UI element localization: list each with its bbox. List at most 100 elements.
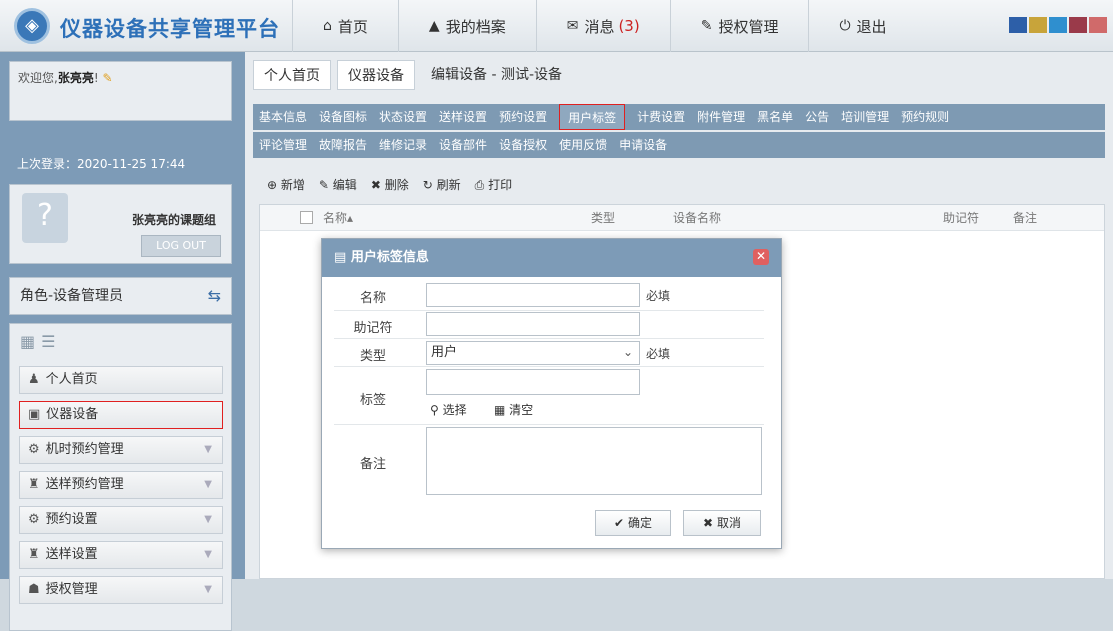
row-remark: 备注 (334, 425, 764, 501)
pencil-icon: ✎ (318, 178, 329, 192)
tab-attachments[interactable]: 附件管理 (697, 104, 745, 130)
user-card: ? 张亮亮的课题组 LOG OUT (9, 184, 232, 264)
tab-comments[interactable]: 评论管理 (259, 132, 307, 158)
clear-tag-button[interactable]: ▦ 清空 (494, 401, 533, 418)
type-select[interactable]: 用户 (426, 341, 640, 365)
role-switcher[interactable]: 角色-设备管理员 ⇆ (9, 277, 232, 315)
nav-logout[interactable]: ⏻ 退出 (808, 0, 916, 52)
color-blocks (1009, 17, 1107, 33)
chevron-down-icon: ⌄ (623, 345, 634, 359)
mnemonic-input[interactable] (426, 312, 640, 336)
user-tag-dialog: ▤ 用户标签信息 ✕ 名称 必填 助记符 类型 用户 ⌄ 必填 标签 ⚲ 选择 … (321, 238, 782, 549)
chevron-down-icon: ▼ (204, 549, 212, 560)
tab-parts[interactable]: 设备部件 (439, 132, 487, 158)
row-mnemonic: 助记符 (334, 311, 764, 339)
select-all-checkbox[interactable] (300, 211, 313, 224)
platform-logo: ◈ (14, 8, 50, 44)
remark-textarea[interactable] (426, 427, 762, 495)
home-icon: ⌂ (323, 18, 332, 34)
tab-user-tags[interactable]: 用户标签 (559, 104, 626, 130)
monitor-icon: ▣ (28, 407, 41, 422)
breadcrumb-instruments[interactable]: 仪器设备 (337, 60, 415, 90)
nav-authorization[interactable]: ✎ 授权管理 (669, 0, 809, 52)
name-input[interactable] (426, 283, 640, 307)
row-name: 名称 必填 (334, 281, 764, 311)
pencil-icon[interactable]: ✎ (102, 71, 112, 85)
menu-personal-home[interactable]: ♟ 个人首页 (19, 366, 223, 394)
tab-icon[interactable]: 设备图标 (319, 104, 367, 130)
printer-icon: ⎙ (474, 178, 485, 192)
select-tag-button[interactable]: ⚲ 选择 (430, 401, 467, 418)
tab-booking-rules[interactable]: 预约规则 (901, 104, 949, 130)
nav-messages[interactable]: ✉ 消息 (3) (535, 0, 670, 52)
chevron-down-icon: ▼ (204, 479, 212, 490)
tab-billing[interactable]: 计费设置 (637, 104, 685, 130)
tab-training[interactable]: 培训管理 (841, 104, 889, 130)
close-icon[interactable]: ✕ (753, 249, 769, 265)
print-button[interactable]: ⎙ 打印 (475, 176, 512, 193)
menu-booking-settings[interactable]: ⚙ 预约设置 ▼ (19, 506, 223, 534)
tab-notice[interactable]: 公告 (805, 104, 829, 130)
nav-home[interactable]: ⌂ 首页 (292, 0, 398, 52)
grid-toolbar: ⊕ 新增 ✎ 编辑 ✖ 删除 ↻ 刷新 ⎙ 打印 (267, 176, 512, 193)
menu-sample-booking[interactable]: ♜ 送样预约管理 ▼ (19, 471, 223, 499)
message-count-badge: (3) (618, 17, 640, 35)
add-button[interactable]: ⊕ 新增 (267, 176, 305, 193)
cancel-button[interactable]: ✖ 取消 (683, 510, 761, 536)
tabs-row-1: 基本信息 设备图标 状态设置 送样设置 预约设置 用户标签 计费设置 附件管理 … (253, 104, 1105, 130)
refresh-button[interactable]: ↻ 刷新 (423, 176, 461, 193)
last-login: 上次登录：2020-11-25 17:44 (17, 157, 186, 171)
tab-basic-info[interactable]: 基本信息 (259, 104, 307, 130)
col-remark[interactable]: 备注 (1013, 209, 1037, 226)
col-type[interactable]: 类型 (591, 209, 673, 226)
top-nav: ⌂ 首页 ▲ 我的档案 ✉ 消息 (3) ✎ 授权管理 ⏻ 退出 (292, 0, 917, 52)
view-toggle-icons[interactable]: ▦☰ (20, 332, 61, 351)
menu-authorization[interactable]: ☗ 授权管理 ▼ (19, 576, 223, 604)
top-header: ◈ 仪器设备共享管理平台 ⌂ 首页 ▲ 我的档案 ✉ 消息 (3) ✎ 授权管理 ⏻ 退出 (0, 0, 1113, 52)
search-icon: ⚲ (430, 403, 439, 417)
avatar: ? (22, 193, 68, 243)
person-icon: ♟ (28, 372, 40, 387)
tab-blacklist[interactable]: 黑名单 (757, 104, 793, 130)
tab-device-auth[interactable]: 设备授权 (499, 132, 547, 158)
breadcrumb-current: 编辑设备 - 测试-设备 (431, 67, 563, 83)
tabs-row-2: 评论管理 故障报告 维修记录 设备部件 设备授权 使用反馈 申请设备 (253, 132, 1105, 158)
sync-icon[interactable]: ⇆ (208, 278, 221, 314)
x-icon: ✖ (703, 516, 714, 530)
nav-profile[interactable]: ▲ 我的档案 (397, 0, 536, 52)
breadcrumb-home[interactable]: 个人首页 (253, 60, 331, 90)
delete-button[interactable]: ✖ 删除 (371, 176, 409, 193)
refresh-icon: ↻ (422, 178, 433, 192)
user-icon: ▲ (428, 18, 440, 34)
tab-repairs[interactable]: 维修记录 (379, 132, 427, 158)
check-icon: ✔ (614, 516, 625, 530)
tab-fault-report[interactable]: 故障报告 (319, 132, 367, 158)
people-gear-icon: ♜ (28, 547, 40, 562)
col-mnemonic[interactable]: 助记符 (943, 209, 1013, 226)
col-device-name[interactable]: 设备名称 (673, 209, 943, 226)
tab-sample-settings[interactable]: 送样设置 (439, 104, 487, 130)
chevron-down-icon: ▼ (204, 514, 212, 525)
power-icon: ⏻ (839, 18, 851, 34)
tab-feedback[interactable]: 使用反馈 (559, 132, 607, 158)
tab-booking-settings[interactable]: 预约设置 (499, 104, 547, 130)
menu-time-booking[interactable]: ⚙ 机时预约管理 ▼ (19, 436, 223, 464)
menu-instruments[interactable]: ▣ 仪器设备 (19, 401, 223, 429)
row-type: 类型 用户 ⌄ 必填 (334, 339, 764, 367)
logout-button[interactable]: LOG OUT (141, 235, 221, 257)
welcome-panel: 欢迎您,张亮亮! ✎ (9, 61, 232, 121)
tag-input[interactable] (426, 369, 640, 395)
monitor-gear-icon: ⚙ (28, 442, 40, 457)
platform-title: 仪器设备共享管理平台 (60, 17, 280, 41)
side-menu: ▦☰ ♟ 个人首页 ▣ 仪器设备 ⚙ 机时预约管理 ▼ ♜ 送样预约管理 ▼ ⚙ 预约设置 ▼ … (9, 323, 232, 631)
edit-button[interactable]: ✎ 编辑 (319, 176, 357, 193)
tab-apply[interactable]: 申请设备 (619, 132, 667, 158)
group-name: 张亮亮的课题组 (132, 213, 217, 227)
tab-status[interactable]: 状态设置 (379, 104, 427, 130)
ok-button[interactable]: ✔ 确定 (595, 510, 671, 536)
menu-sample-settings[interactable]: ♜ 送样设置 ▼ (19, 541, 223, 569)
user-name: 张亮亮 (57, 71, 94, 85)
breadcrumb: 个人首页 仪器设备 编辑设备 - 测试-设备 (253, 60, 578, 90)
dialog-title: ▤ 用户标签信息 (322, 239, 781, 277)
col-name[interactable]: 名称▴ (323, 209, 591, 226)
